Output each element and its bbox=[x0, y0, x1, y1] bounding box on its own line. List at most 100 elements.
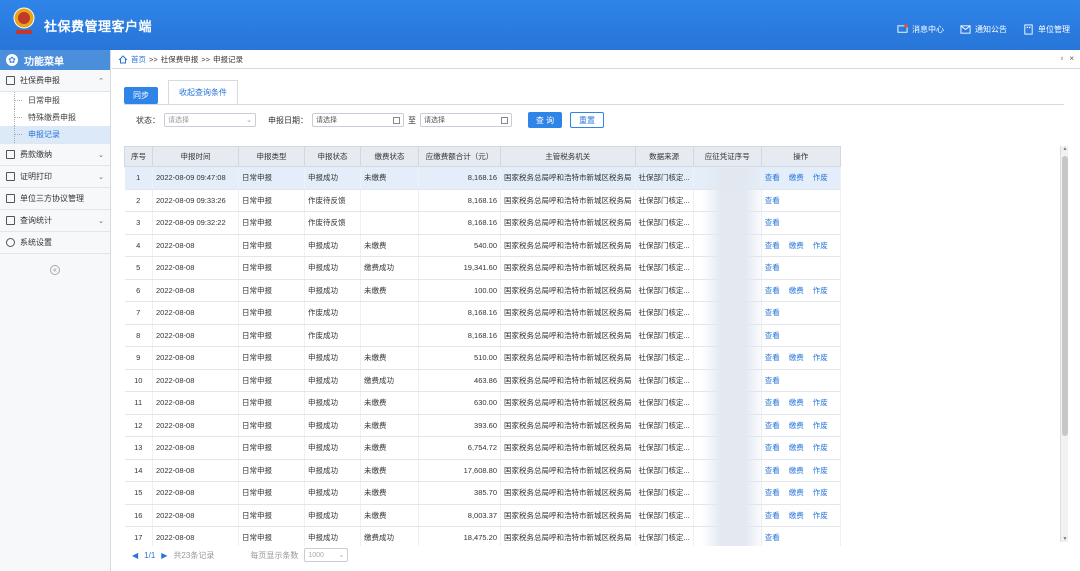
col-header: 操作 bbox=[760, 146, 841, 167]
cell-src: 社保部门核定... bbox=[635, 481, 694, 505]
view-link[interactable]: 查看 bbox=[765, 466, 780, 475]
void-link[interactable]: 作废 bbox=[813, 241, 828, 250]
pay-link[interactable]: 缴费 bbox=[789, 466, 804, 475]
pay-link[interactable]: 缴费 bbox=[789, 488, 804, 497]
prev-page-icon[interactable]: ◀ bbox=[132, 551, 138, 560]
view-link[interactable]: 查看 bbox=[765, 173, 780, 182]
void-link[interactable]: 作废 bbox=[813, 173, 828, 182]
cell-ops: 查看 bbox=[761, 189, 841, 212]
view-link[interactable]: 查看 bbox=[765, 533, 780, 542]
cell-ops: 查看 bbox=[761, 256, 841, 280]
view-link[interactable]: 查看 bbox=[765, 443, 780, 452]
void-link[interactable]: 作废 bbox=[813, 443, 828, 452]
cell-time: 2022-08-09 09:32:22 bbox=[152, 211, 239, 235]
void-link[interactable]: 作废 bbox=[813, 511, 828, 520]
cell-status: 申报成功 bbox=[304, 369, 361, 392]
void-link[interactable]: 作废 bbox=[813, 286, 828, 295]
breadcrumb-level1[interactable]: 社保费申报 bbox=[161, 54, 199, 65]
view-link[interactable]: 查看 bbox=[765, 421, 780, 430]
cell-src: 社保部门核定... bbox=[635, 256, 694, 280]
tab-collapse-query[interactable]: 收起查询条件 bbox=[168, 80, 238, 104]
view-link[interactable]: 查看 bbox=[765, 196, 780, 205]
pay-link[interactable]: 缴费 bbox=[789, 353, 804, 362]
payment-icon bbox=[6, 150, 15, 159]
pay-link[interactable]: 缴费 bbox=[789, 421, 804, 430]
view-link[interactable]: 查看 bbox=[765, 331, 780, 340]
close-icon[interactable]: × bbox=[1069, 54, 1074, 63]
sync-button[interactable]: 同步 bbox=[124, 87, 158, 104]
query-button[interactable]: 查 询 bbox=[528, 112, 562, 128]
per-page-select[interactable]: 1000 ⌄ bbox=[304, 548, 349, 562]
sidebar-item-declaration-records[interactable]: 申报记录 bbox=[0, 126, 110, 143]
unit-management-link[interactable]: 单位管理 bbox=[1023, 24, 1070, 35]
menu-group-declaration[interactable]: 社保费申报 ⌃ bbox=[0, 70, 110, 92]
to-label: 至 bbox=[408, 115, 416, 125]
home-icon bbox=[118, 54, 128, 63]
cell-time: 2022-08-08 bbox=[152, 234, 239, 257]
cell-ops: 查看 bbox=[761, 301, 841, 325]
view-link[interactable]: 查看 bbox=[765, 241, 780, 250]
void-link[interactable]: 作废 bbox=[813, 466, 828, 475]
vertical-scrollbar[interactable]: ▲ ▼ bbox=[1060, 146, 1068, 542]
menu-group-certificate-print[interactable]: 证明打印 ⌄ bbox=[0, 166, 110, 188]
cell-org: 国家税务总局呼和浩特市新城区税务局 bbox=[500, 459, 636, 482]
message-center-link[interactable]: 消息中心 bbox=[897, 24, 944, 35]
view-link[interactable]: 查看 bbox=[765, 263, 780, 272]
reset-button[interactable]: 重置 bbox=[570, 112, 604, 128]
next-page-icon[interactable]: ▶ bbox=[161, 551, 167, 560]
breadcrumb: 首页 >> 社保费申报 >> 申报记录 bbox=[112, 50, 1080, 69]
chevron-down-icon: ⌄ bbox=[338, 552, 345, 559]
pay-link[interactable]: 缴费 bbox=[789, 443, 804, 452]
void-link[interactable]: 作废 bbox=[813, 353, 828, 362]
cell-no: 13 bbox=[124, 436, 153, 460]
status-select[interactable]: 请选择 ⌄ bbox=[164, 113, 256, 127]
cell-time: 2022-08-08 bbox=[152, 504, 239, 527]
cell-amount: 18,475.20 bbox=[418, 526, 501, 546]
pay-link[interactable]: 缴费 bbox=[789, 241, 804, 250]
cell-status: 作废待反馈 bbox=[304, 211, 361, 235]
cell-ops: 查看 bbox=[761, 324, 841, 347]
cell-type: 日常申报 bbox=[238, 166, 305, 190]
restore-icon[interactable]: ▫ bbox=[1060, 54, 1063, 63]
pay-link[interactable]: 缴费 bbox=[789, 173, 804, 182]
breadcrumb-level2: 申报记录 bbox=[213, 54, 244, 64]
cell-org: 国家税务总局呼和浩特市新城区税务局 bbox=[500, 414, 636, 437]
view-link[interactable]: 查看 bbox=[765, 511, 780, 520]
date-from-input[interactable]: 请选择 bbox=[312, 113, 404, 127]
redacted-column bbox=[702, 168, 764, 546]
cell-amount: 8,168.16 bbox=[418, 211, 501, 235]
cell-time: 2022-08-08 bbox=[152, 391, 239, 415]
breadcrumb-home[interactable]: 首页 bbox=[131, 54, 146, 65]
menu-group-system-settings[interactable]: 系统设置 bbox=[0, 232, 110, 254]
cell-type: 日常申报 bbox=[238, 234, 305, 257]
view-link[interactable]: 查看 bbox=[765, 286, 780, 295]
menu-group-payment[interactable]: 费款缴纳 ⌄ bbox=[0, 144, 110, 166]
cell-time: 2022-08-09 09:33:26 bbox=[152, 189, 239, 212]
menu-group-tripartite-agreement[interactable]: 单位三方协议管理 bbox=[0, 188, 110, 210]
view-link[interactable]: 查看 bbox=[765, 353, 780, 362]
view-link[interactable]: 查看 bbox=[765, 218, 780, 227]
notice-link[interactable]: 通知公告 bbox=[960, 24, 1007, 35]
void-link[interactable]: 作废 bbox=[813, 488, 828, 497]
void-link[interactable]: 作废 bbox=[813, 398, 828, 407]
pay-link[interactable]: 缴费 bbox=[789, 286, 804, 295]
status-label: 状态： bbox=[136, 115, 160, 125]
cell-time: 2022-08-08 bbox=[152, 526, 239, 546]
cell-status: 申报成功 bbox=[304, 504, 361, 527]
pay-link[interactable]: 缴费 bbox=[789, 398, 804, 407]
view-link[interactable]: 查看 bbox=[765, 398, 780, 407]
sidebar-item-special-declaration[interactable]: 特殊缴费申报 bbox=[0, 109, 110, 126]
view-link[interactable]: 查看 bbox=[765, 308, 780, 317]
sidebar-item-daily-declaration[interactable]: 日常申报 bbox=[0, 92, 110, 109]
menu-group-query-statistics[interactable]: 查询统计 ⌄ bbox=[0, 210, 110, 232]
view-link[interactable]: 查看 bbox=[765, 376, 780, 385]
view-link[interactable]: 查看 bbox=[765, 488, 780, 497]
void-link[interactable]: 作废 bbox=[813, 421, 828, 430]
date-to-input[interactable]: 请选择 bbox=[420, 113, 512, 127]
cell-org: 国家税务总局呼和浩特市新城区税务局 bbox=[500, 166, 636, 190]
cell-no: 16 bbox=[124, 504, 153, 527]
records-table: 序号 申报时间 申报类型 申报状态 缴费状态 应缴费额合计（元） 主管税务机关 … bbox=[124, 146, 1062, 546]
pay-link[interactable]: 缴费 bbox=[789, 511, 804, 520]
app-title: 社保费管理客户端 bbox=[44, 19, 153, 34]
sidebar-collapse-button[interactable]: « bbox=[50, 265, 60, 275]
